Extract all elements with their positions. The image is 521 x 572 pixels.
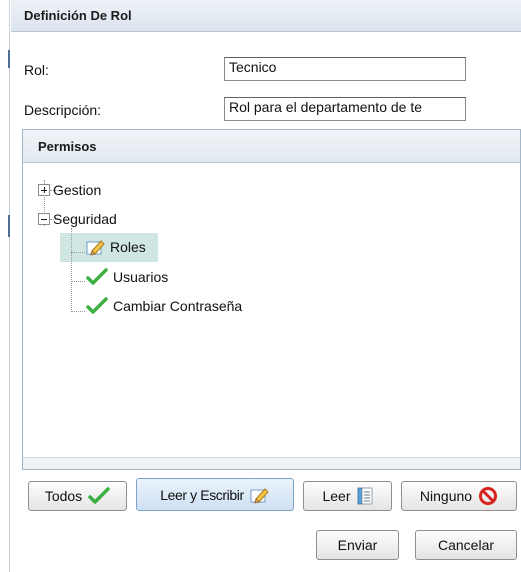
rol-label: Rol: <box>24 62 49 78</box>
cancelar-button-label: Cancelar <box>437 537 495 553</box>
pencil-icon <box>86 238 106 256</box>
leer-button[interactable]: Leer <box>303 481 392 511</box>
leer-y-escribir-button[interactable]: Leer y Escribir <box>136 478 294 511</box>
window-title: Definición De Rol <box>24 8 132 23</box>
leer-y-escribir-button-label: Leer y Escribir <box>160 486 244 503</box>
tree-node-label: Gestion <box>53 182 102 198</box>
tree-node-seguridad[interactable]: Seguridad <box>38 208 117 230</box>
tree-node-label: Roles <box>110 239 146 255</box>
block-icon <box>478 486 498 506</box>
cancelar-button[interactable]: Cancelar <box>415 530 517 560</box>
tree-connector <box>71 281 85 282</box>
descripcion-input[interactable]: Rol para el departamento de te <box>224 97 466 121</box>
tree-node-gestion[interactable]: Gestion <box>38 179 101 201</box>
check-icon <box>88 487 110 505</box>
check-icon <box>86 268 108 286</box>
document-icon <box>357 487 373 505</box>
tree-connector <box>71 228 72 312</box>
check-icon <box>86 297 108 315</box>
tree-node-label: Seguridad <box>53 211 117 227</box>
collapse-icon[interactable] <box>38 213 50 225</box>
ninguno-button[interactable]: Ninguno <box>401 481 517 511</box>
tree-node-label: Usuarios <box>113 269 169 285</box>
tree-node-roles[interactable]: Roles <box>86 236 146 258</box>
permissions-panel-header: Permisos <box>23 130 520 163</box>
left-edge-marker <box>8 215 10 237</box>
pencil-icon <box>250 486 270 504</box>
permissions-panel-footer <box>23 457 520 469</box>
window-header: Definición De Rol <box>11 0 521 32</box>
left-edge <box>0 0 10 572</box>
ninguno-button-label: Ninguno <box>419 488 473 504</box>
tree-connector <box>71 252 85 253</box>
todos-button[interactable]: Todos <box>28 481 127 511</box>
tree-connector <box>71 311 85 312</box>
todos-button-label: Todos <box>44 488 83 504</box>
tree-node-usuarios[interactable]: Usuarios <box>86 266 168 288</box>
tree-node-cambiar-contrasena[interactable]: Cambiar Contraseña <box>86 295 242 317</box>
left-edge-marker <box>8 50 10 68</box>
permissions-title: Permisos <box>38 139 97 154</box>
enviar-button-label: Enviar <box>337 537 378 553</box>
descripcion-label: Descripción: <box>24 102 102 118</box>
leer-button-label: Leer <box>322 488 351 504</box>
enviar-button[interactable]: Enviar <box>316 530 399 560</box>
rol-input[interactable]: Tecnico <box>224 57 466 81</box>
expand-icon[interactable] <box>38 184 50 196</box>
tree-node-label: Cambiar Contraseña <box>113 298 243 314</box>
